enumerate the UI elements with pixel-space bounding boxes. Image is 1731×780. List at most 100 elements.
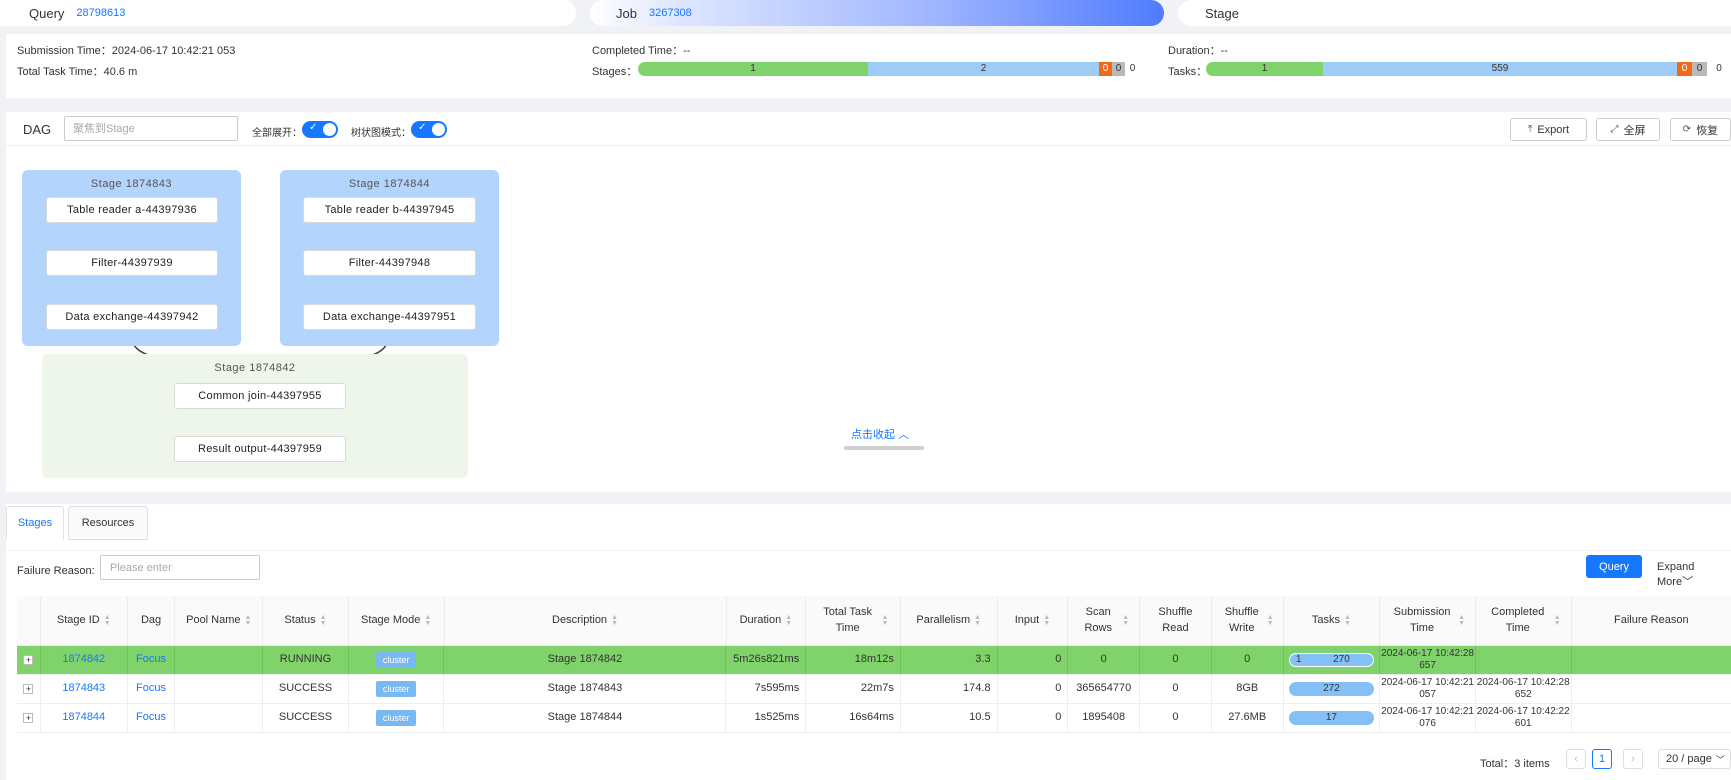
collapse-dag-link[interactable]: 点击收起 ︿ (851, 426, 909, 442)
stages-other: 0 (1125, 62, 1140, 76)
stage-box-title: Stage 1874843 (90, 178, 173, 190)
dag-node[interactable]: Filter-44397948 (303, 250, 476, 276)
page-size-select[interactable]: 20 / page ﹀ (1658, 749, 1731, 769)
sort-icon: ▲ ▼ (881, 613, 889, 627)
pagination-total: Total：3 items (1480, 758, 1550, 770)
stage-id-link[interactable]: 1874844 (41, 704, 128, 732)
failure-reason-input[interactable] (100, 555, 260, 580)
focus-link[interactable]: Focus (128, 646, 176, 674)
dag-node[interactable]: Common join-44397955 (174, 383, 346, 409)
col-dag: Dag (128, 596, 176, 645)
col-tasks[interactable]: Tasks ▲ ▼ (1284, 596, 1381, 645)
stage-mode-chip: cluster (375, 651, 417, 669)
sort-icon: ▲ ▼ (1553, 613, 1561, 627)
status-text: RUNNING (263, 646, 349, 674)
tasks-progress-bar: 1 559 0 0 0 (1206, 62, 1731, 76)
col-duration[interactable]: Duration ▲ ▼ (727, 596, 807, 645)
table-row[interactable]: + 1874844 Focus SUCCESS cluster Stage 18… (17, 704, 1731, 733)
status-text: SUCCESS (263, 704, 349, 732)
col-completed-time[interactable]: Completed Time ▲ ▼ (1476, 596, 1572, 645)
step-job-label: Job (616, 5, 637, 21)
total-task-time: Total Task Time：40.6 m (17, 66, 138, 78)
chevron-right-icon: › (1631, 753, 1635, 765)
step-job[interactable]: Job 3267308 (590, 0, 1164, 26)
tab-resources[interactable]: Resources (68, 506, 148, 540)
chevron-down-icon: ﹀ (1682, 576, 1694, 588)
query-button[interactable]: Query (1586, 555, 1642, 578)
col-pool-name[interactable]: Pool Name ▲ ▼ (175, 596, 264, 645)
dag-node[interactable]: Data exchange-44397942 (46, 304, 218, 330)
task-progress-bar: 272 (1288, 682, 1374, 696)
col-input[interactable]: Input ▲ ▼ (998, 596, 1069, 645)
job-id-link[interactable]: 3267308 (649, 7, 692, 19)
dag-node[interactable]: Data exchange-44397951 (303, 304, 476, 330)
dag-node[interactable]: Table reader a-44397936 (46, 197, 218, 223)
step-stage-label: Stage (1205, 5, 1239, 21)
col-total-task-time[interactable]: Total Task Time ▲ ▼ (806, 596, 901, 645)
stage-box-title: Stage 1874844 (348, 178, 431, 190)
table-row[interactable]: + 1874842 Focus RUNNING cluster Stage 18… (17, 646, 1731, 675)
resize-handle[interactable] (844, 446, 924, 450)
col-stage-mode[interactable]: Stage Mode ▲ ▼ (349, 596, 445, 645)
dag-panel: DAG 全部展开： ✓ 树状图模式： ✓ ⤒Export ⤢全屏 ⟳恢复 Sta… (6, 112, 1731, 492)
tasks-killed: 0 (1692, 62, 1707, 76)
next-page-button[interactable]: › (1623, 749, 1643, 769)
expand-row-icon[interactable]: + (23, 684, 34, 694)
sort-icon: ▲ ▼ (1458, 613, 1466, 627)
col-scan-rows[interactable]: Scan Rows ▲ ▼ (1068, 596, 1141, 645)
step-stage[interactable]: Stage (1178, 0, 1731, 26)
col-stage-id[interactable]: Stage ID ▲ ▼ (41, 596, 128, 645)
stages-running: 2 (868, 62, 1099, 76)
stage-mode-chip: cluster (375, 680, 417, 698)
tasks-failed: 0 (1677, 62, 1692, 76)
dag-node[interactable]: Filter-44397939 (46, 250, 218, 276)
dag-node[interactable]: Result output-44397959 (174, 436, 346, 462)
stages-succeeded: 1 (638, 62, 868, 76)
stages-progress-bar: 1 2 0 0 0 (638, 62, 1140, 76)
failure-reason-label: Failure Reason: (17, 565, 95, 577)
stage-id-link[interactable]: 1874843 (41, 675, 128, 703)
chevron-up-icon: ︿ (898, 429, 910, 441)
col-submission-time[interactable]: Submission Time ▲ ▼ (1380, 596, 1476, 645)
status-text: SUCCESS (263, 675, 349, 703)
job-breadcrumb: Query 28798613 Job 3267308 Stage (0, 0, 1731, 26)
col-shuffle-write[interactable]: Shuffle Write ▲ ▼ (1212, 596, 1284, 645)
col-parallelism[interactable]: Parallelism ▲ ▼ (901, 596, 998, 645)
sort-icon: ▲ ▼ (611, 613, 618, 627)
expand-row-icon[interactable]: + (23, 655, 34, 665)
sort-icon: ▲ ▼ (1266, 613, 1274, 627)
focus-link[interactable]: Focus (128, 675, 176, 703)
sort-icon: ▲ ▼ (1043, 613, 1051, 627)
col-failure-reason: Failure Reason (1613, 613, 1689, 626)
chevron-down-icon: ﹀ (1715, 754, 1725, 765)
stage-id-link[interactable]: 1874842 (41, 646, 128, 674)
expand-row-icon[interactable]: + (23, 713, 34, 723)
submission-time: Submission Time：2024-06-17 10:42:21 053 (17, 45, 236, 57)
col-description[interactable]: Description ▲ ▼ (445, 596, 727, 645)
dag-node[interactable]: Table reader b-44397945 (303, 197, 476, 223)
expand-more-button[interactable]: Expand More﹀ (1657, 561, 1731, 589)
query-id-link[interactable]: 28798613 (76, 7, 125, 19)
step-query[interactable]: Query 28798613 (0, 0, 576, 26)
stage-mode-chip: cluster (375, 709, 417, 727)
sort-icon: ▲ ▼ (424, 613, 432, 627)
stages-section: Stages Resources Failure Reason: Query E… (6, 504, 1731, 780)
task-progress-bar: 1 270 (1288, 653, 1374, 667)
focus-link[interactable]: Focus (128, 704, 176, 732)
job-summary: Submission Time：2024-06-17 10:42:21 053 … (6, 34, 1731, 98)
sort-icon: ▲ ▼ (244, 613, 252, 627)
tasks-other: 0 (1707, 62, 1731, 76)
filter-row: Failure Reason: Query Expand More﹀ (6, 550, 1731, 590)
task-progress-bar: 17 (1288, 711, 1374, 725)
stages-killed: 0 (1112, 62, 1125, 76)
sort-icon: ▲ ▼ (974, 613, 982, 627)
sort-icon: ▲ ▼ (1122, 613, 1130, 627)
table-row[interactable]: + 1874843 Focus SUCCESS cluster Stage 18… (17, 675, 1731, 704)
completed-time: Completed Time：-- (592, 45, 691, 57)
tasks-succeeded: 1 (1206, 62, 1323, 76)
col-status[interactable]: Status ▲ ▼ (263, 596, 349, 645)
tab-stages[interactable]: Stages (6, 506, 64, 540)
prev-page-button[interactable]: ‹ (1566, 749, 1586, 769)
stages-label: Stages： (592, 66, 638, 78)
page-1-button[interactable]: 1 (1592, 749, 1612, 769)
